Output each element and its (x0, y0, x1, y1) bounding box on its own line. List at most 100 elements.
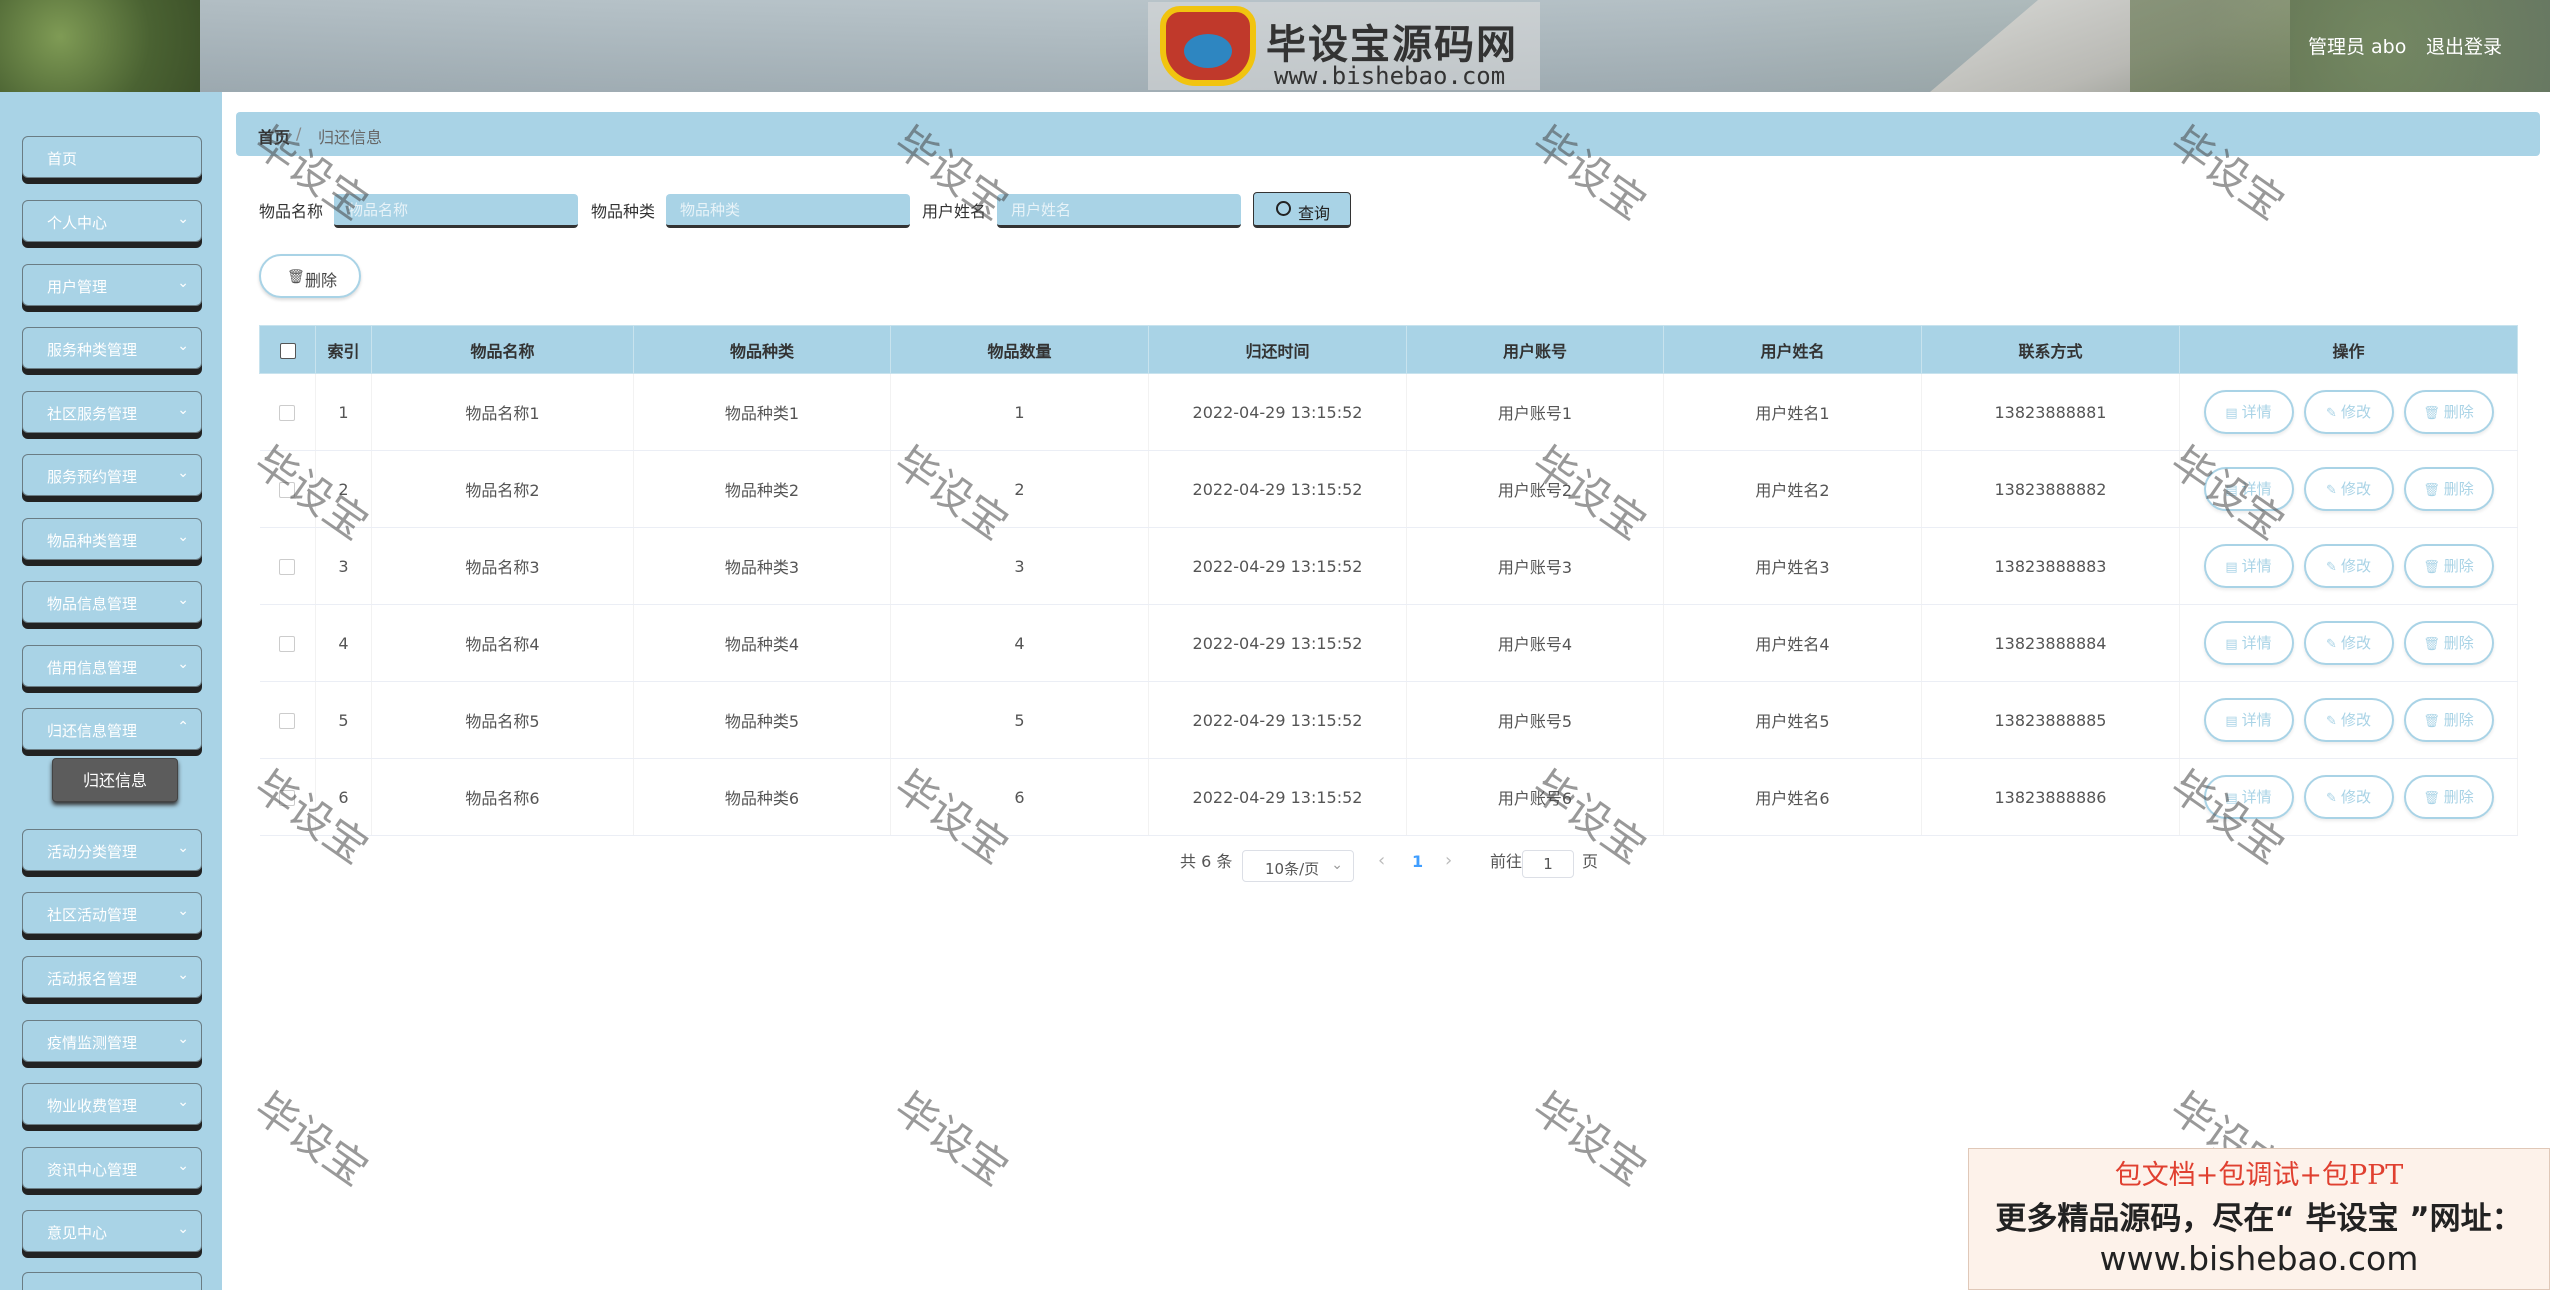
row-select-cell (259, 527, 316, 605)
sidebar-subitem-return-info[interactable]: 归还信息 (52, 758, 178, 802)
sidebar-item-return-info[interactable]: 归还信息管理 ⌃ (22, 708, 202, 750)
detail-button[interactable]: ▤ 详情 (2203, 775, 2294, 819)
edit-button[interactable]: ✎ 修改 (2303, 775, 2394, 819)
table-cell: 物品名称5 (371, 681, 634, 759)
detail-button[interactable]: ▤ 详情 (2203, 621, 2294, 665)
chevron-down-icon: ⌄ (177, 338, 189, 354)
sidebar-item-item-info[interactable]: 物品信息管理 ⌄ (22, 581, 202, 623)
sidebar-item-user-management[interactable]: 用户管理 ⌄ (22, 264, 202, 306)
sidebar-item-label: 社区服务管理 (47, 405, 138, 423)
sidebar-item-community-service[interactable]: 社区服务管理 ⌄ (22, 391, 202, 433)
search-button-label: 查询 (1298, 204, 1331, 223)
table-cell: 用户账号1 (1406, 373, 1664, 451)
row-checkbox[interactable] (279, 559, 296, 575)
delete-button[interactable]: 🗑 删除 (2403, 775, 2494, 819)
sidebar-item-property-fees[interactable]: 物业收费管理 ⌄ (22, 1083, 202, 1125)
detail-button-label: 详情 (2241, 403, 2272, 421)
edit-button[interactable]: ✎ 修改 (2303, 467, 2394, 511)
sidebar-item-epidemic-monitoring[interactable]: 疫情监测管理 ⌄ (22, 1020, 202, 1062)
row-checkbox[interactable] (279, 790, 296, 806)
table-cell: 物品种类6 (633, 758, 891, 836)
table-cell: 5 (890, 681, 1149, 759)
sidebar-item-item-type[interactable]: 物品种类管理 ⌄ (22, 518, 202, 560)
table-cell: 2022-04-29 13:15:52 (1148, 527, 1407, 605)
edit-button[interactable]: ✎ 修改 (2303, 390, 2394, 434)
chevron-down-icon: ⌄ (177, 1158, 189, 1174)
admin-name: 管理员 abo (2308, 36, 2407, 58)
table-cell: 用户账号6 (1406, 758, 1664, 836)
trash-icon: 🗑 (2423, 791, 2440, 806)
detail-button[interactable]: ▤ 详情 (2203, 544, 2294, 588)
top-header: 毕设宝源码网 www.bishebao.com 管理员 abo 退出登录 (0, 0, 2550, 92)
delete-button[interactable]: 🗑 删除 (2403, 390, 2494, 434)
column-header: 用户账号 (1406, 325, 1664, 374)
sidebar-item-borrow-info[interactable]: 借用信息管理 ⌄ (22, 645, 202, 687)
sidebar-item-feedback-center[interactable]: 意见中心 ⌄ (22, 1210, 202, 1252)
detail-button-label: 详情 (2241, 711, 2272, 729)
sidebar-item-news-center[interactable]: 资讯中心管理 ⌄ (22, 1147, 202, 1189)
table-row: 3 物品名称3 物品种类3 3 2022-04-29 13:15:52 用户账号… (259, 527, 2518, 605)
sidebar-item-activity-category[interactable]: 活动分类管理 ⌄ (22, 829, 202, 871)
edit-button-label: 修改 (2340, 788, 2371, 806)
table-cell: 3 (890, 527, 1149, 605)
sidebar-item-label: 物业收费管理 (47, 1097, 138, 1115)
next-page-icon[interactable]: › (1445, 850, 1452, 871)
delete-button[interactable]: 🗑 删除 (2403, 467, 2494, 511)
table-cell: 3 (315, 527, 372, 605)
delete-button[interactable]: 🗑 删除 (2403, 621, 2494, 665)
prev-page-icon[interactable]: ‹ (1378, 850, 1385, 871)
delete-button[interactable]: 🗑 删除 (2403, 544, 2494, 588)
page-size-select[interactable]: 10条/页 ⌄ (1242, 850, 1354, 882)
detail-button[interactable]: ▤ 详情 (2203, 698, 2294, 742)
row-checkbox[interactable] (279, 405, 296, 421)
detail-button[interactable]: ▤ 详情 (2203, 467, 2294, 511)
sidebar-item-service-type[interactable]: 服务种类管理 ⌄ (22, 327, 202, 369)
user-name-input[interactable] (997, 194, 1241, 228)
document-icon: ▤ (2225, 406, 2238, 421)
sidebar: 首页 个人中心 ⌄ 用户管理 ⌄ 服务种类管理 ⌄ 社区服务管理 ⌄ 服务预约管理 ⌄ 物… (0, 92, 222, 1290)
document-icon: ▤ (2225, 483, 2238, 498)
column-header: 操作 (2179, 325, 2518, 374)
sidebar-item-home[interactable]: 首页 (22, 136, 202, 178)
breadcrumb-separator: / (296, 124, 302, 143)
pencil-icon: ✎ (2326, 483, 2337, 498)
edit-button[interactable]: ✎ 修改 (2303, 621, 2394, 665)
table-cell: 2022-04-29 13:15:52 (1148, 758, 1407, 836)
sidebar-item-activity-signup[interactable]: 活动报名管理 ⌄ (22, 956, 202, 998)
table-cell: 物品种类4 (633, 604, 891, 682)
row-checkbox[interactable] (279, 713, 296, 729)
logout-link[interactable]: 退出登录 (2426, 32, 2502, 59)
page-number-1[interactable]: 1 (1412, 852, 1423, 871)
sidebar-item-label: 归还信息管理 (47, 722, 138, 740)
delete-button[interactable]: 🗑 删除 (2403, 698, 2494, 742)
row-checkbox[interactable] (279, 482, 296, 498)
table-cell: 用户姓名4 (1663, 604, 1922, 682)
pencil-icon: ✎ (2326, 406, 2337, 421)
bulk-delete-button[interactable]: 🗑 删除 (259, 254, 361, 298)
table-cell: 4 (315, 604, 372, 682)
actions-cell: ▤ 详情 ✎ 修改 🗑 删除 (2179, 450, 2518, 528)
select-all-checkbox[interactable] (279, 342, 296, 359)
edit-button[interactable]: ✎ 修改 (2303, 698, 2394, 742)
item-type-input[interactable] (666, 194, 910, 228)
table-cell: 4 (890, 604, 1149, 682)
search-button[interactable]: 查询 (1253, 192, 1351, 228)
sidebar-item-personal-center[interactable]: 个人中心 ⌄ (22, 200, 202, 242)
edit-button[interactable]: ✎ 修改 (2303, 544, 2394, 588)
table-cell: 13823888884 (1921, 604, 2180, 682)
detail-button[interactable]: ▤ 详情 (2203, 390, 2294, 434)
breadcrumb-home[interactable]: 首页 (258, 124, 290, 148)
sidebar-item-service-booking[interactable]: 服务预约管理 ⌄ (22, 454, 202, 496)
table-row: 5 物品名称5 物品种类5 5 2022-04-29 13:15:52 用户账号… (259, 681, 2518, 759)
item-name-input[interactable] (334, 194, 578, 228)
table-cell: 物品名称2 (371, 450, 634, 528)
sidebar-item-community-activity[interactable]: 社区活动管理 ⌄ (22, 892, 202, 934)
goto-page-input[interactable]: 1 (1522, 850, 1574, 878)
table-cell: 13823888883 (1921, 527, 2180, 605)
sidebar-item-more[interactable] (22, 1272, 202, 1290)
row-checkbox[interactable] (279, 636, 296, 652)
breadcrumb-current: 归还信息 (318, 128, 383, 147)
search-label-item-type: 物品种类 (591, 202, 656, 221)
column-header: 物品数量 (890, 325, 1149, 374)
table-cell: 2022-04-29 13:15:52 (1148, 604, 1407, 682)
